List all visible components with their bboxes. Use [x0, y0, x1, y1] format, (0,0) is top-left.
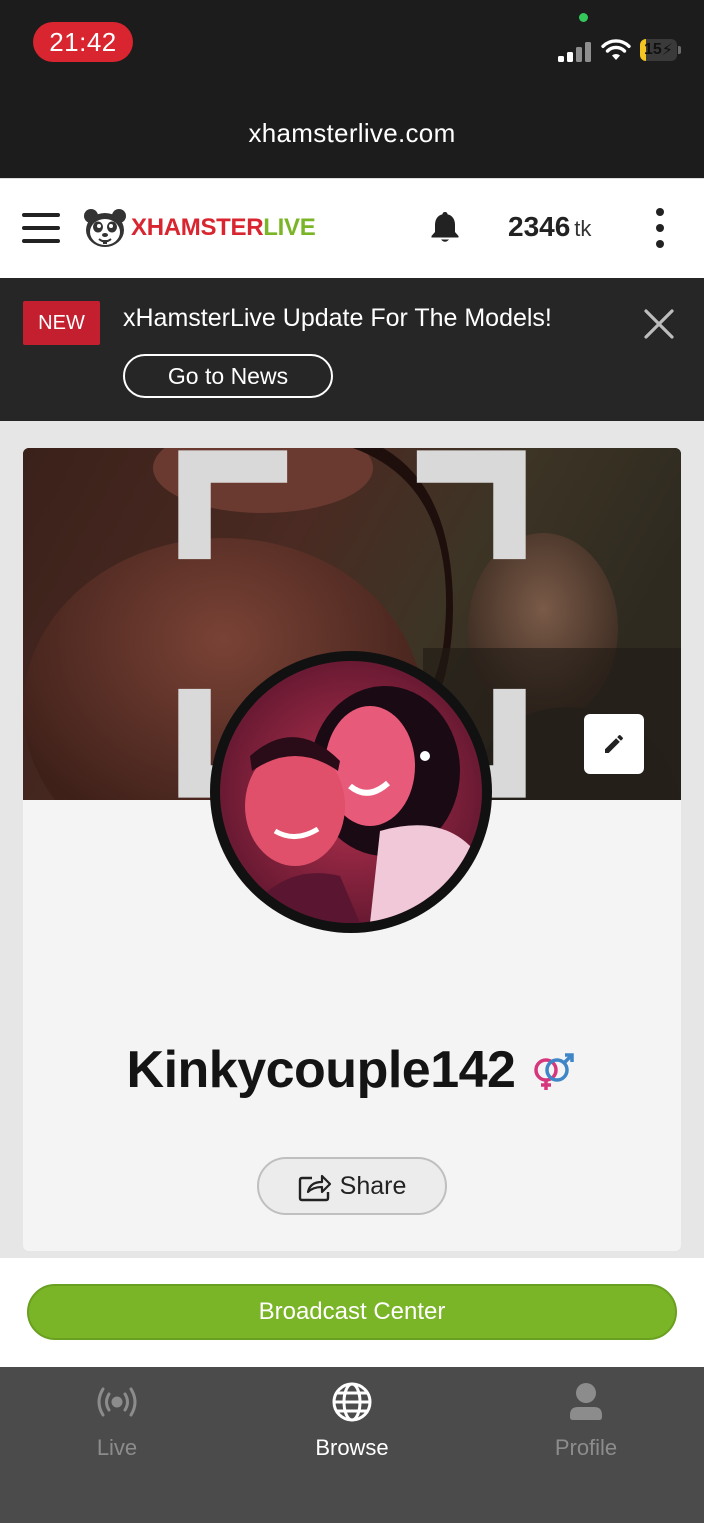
nav-label-browse: Browse	[315, 1435, 389, 1460]
notification-bell-icon[interactable]	[430, 210, 460, 244]
battery-icon: 15 ⚡	[640, 39, 682, 61]
battery-level: 15	[643, 41, 662, 58]
username-row: Kinkycouple142	[0, 1040, 704, 1100]
hamburger-menu-icon[interactable]	[22, 213, 60, 243]
avatar[interactable]	[210, 651, 492, 933]
edit-cover-button[interactable]	[584, 714, 644, 774]
broadcast-center-button[interactable]: Broadcast Center	[27, 1284, 677, 1340]
logo-text-secondary: LIVE	[263, 214, 316, 241]
camera-indicator-dot	[579, 13, 588, 22]
user-icon	[570, 1383, 602, 1420]
news-message: xHamsterLive Update For The Models!	[123, 304, 552, 332]
avatar-photo	[220, 661, 482, 923]
nav-item-live[interactable]: Live	[37, 1381, 197, 1461]
more-options-icon[interactable]	[652, 208, 668, 248]
share-label: Share	[339, 1171, 407, 1200]
close-icon[interactable]	[642, 307, 676, 341]
share-icon	[298, 1174, 331, 1202]
nav-label-profile: Profile	[554, 1435, 618, 1460]
status-bar: 21:42 15 ⚡	[0, 0, 704, 88]
bottom-navigation: Live Browse Profile	[0, 1367, 704, 1523]
status-time: 21:42	[33, 22, 133, 62]
browser-url-bar[interactable]: xhamsterlive.com	[0, 88, 704, 178]
site-logo[interactable]: XHAMSTERLIVE	[82, 207, 316, 249]
token-unit: tk	[574, 216, 592, 241]
site-header: XHAMSTERLIVE 2346 tk	[0, 178, 704, 278]
pencil-icon	[605, 735, 623, 753]
nav-label-live: Live	[96, 1435, 138, 1460]
globe-icon	[332, 1382, 372, 1422]
url-text: xhamsterlive.com	[248, 117, 456, 148]
broadcast-section: Broadcast Center	[0, 1258, 704, 1367]
cellular-signal-icon	[558, 40, 592, 62]
username: Kinkycouple142	[126, 1041, 516, 1099]
wifi-icon	[601, 39, 631, 60]
hamster-logo-icon	[84, 209, 126, 247]
new-badge: NEW	[23, 301, 100, 345]
live-broadcast-icon	[97, 1387, 137, 1417]
nav-item-browse[interactable]: Browse	[272, 1381, 432, 1461]
go-to-news-button[interactable]: Go to News	[123, 354, 333, 398]
share-button[interactable]: Share	[257, 1157, 447, 1215]
logo-text-primary: XHAMSTER	[131, 214, 264, 241]
token-count: 2346	[508, 211, 571, 242]
news-banner: NEW xHamsterLive Update For The Models! …	[0, 278, 704, 421]
nav-item-profile[interactable]: Profile	[506, 1381, 666, 1461]
couple-gender-icon	[534, 1053, 575, 1090]
token-balance[interactable]: 2346 tk	[508, 211, 591, 243]
